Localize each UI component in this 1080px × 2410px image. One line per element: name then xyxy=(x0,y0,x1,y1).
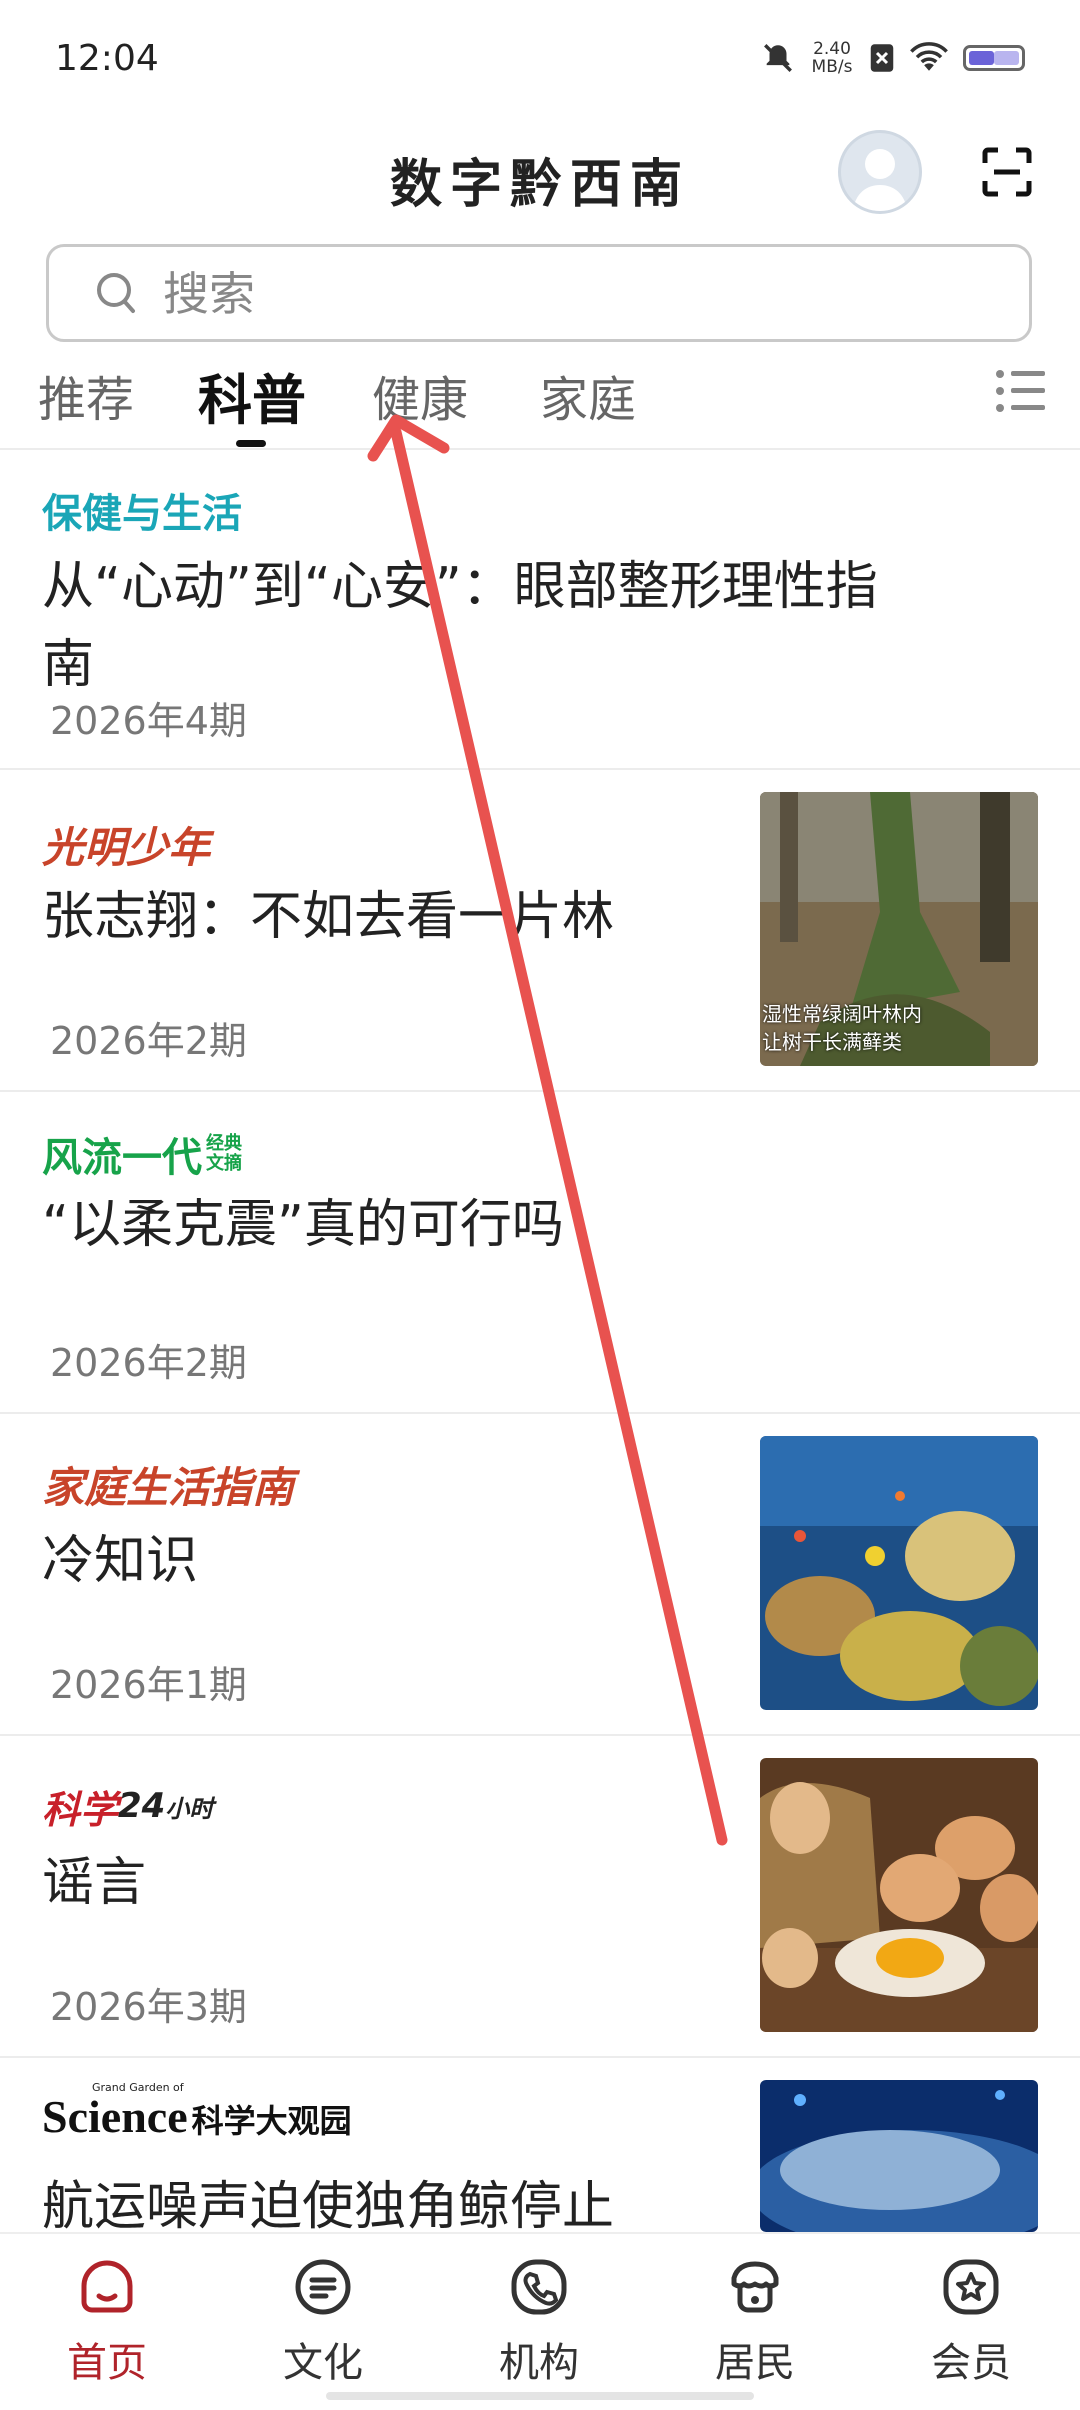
magazine-logo: Grand Garden of Science 科学大观园 xyxy=(42,2082,352,2142)
status-time: 12:04 xyxy=(55,38,159,79)
user-silhouette-icon xyxy=(853,149,907,211)
avatar[interactable] xyxy=(838,130,922,214)
search-input[interactable] xyxy=(161,265,1005,323)
brand-subtext-1: 经典 xyxy=(206,1133,242,1154)
issue-label: 2026年1期 xyxy=(50,1663,247,1707)
coral-reef-image xyxy=(760,1436,1038,1710)
scan-icon[interactable] xyxy=(982,147,1032,197)
article-thumbnail xyxy=(760,1436,1038,1710)
net-speed: 2.40 MB/s xyxy=(809,40,855,76)
book-icon xyxy=(295,2259,351,2315)
wifi-icon xyxy=(910,42,948,71)
article-title: “以柔克震”真的可行吗 xyxy=(42,1195,564,1255)
residents-icon xyxy=(731,2261,779,2313)
article-card[interactable]: 家庭生活指南 冷知识 2026年1期 xyxy=(0,1414,1080,1734)
brand-subtext: 经典 文摘 xyxy=(206,1134,242,1174)
article-thumbnail xyxy=(760,1758,1038,2032)
nav-label: 会员 xyxy=(931,2340,1011,2386)
magazine-logo: 家庭生活指南 xyxy=(42,1454,294,1514)
brand-number: 24 xyxy=(118,1786,166,1826)
nav-culture[interactable]: 文化 xyxy=(253,2256,393,2388)
article-card[interactable]: Grand Garden of Science 科学大观园 航运噪声迫使独角鲸停… xyxy=(0,2058,1080,2232)
nav-label: 机构 xyxy=(499,2340,579,2386)
brand-text: 光明少年 xyxy=(42,822,211,872)
issue-label: 2026年2期 xyxy=(50,1341,247,1385)
title-line-1: 从“心动”到“心安”：眼部整形理性指 xyxy=(42,557,878,617)
nav-label: 文化 xyxy=(283,2340,363,2386)
nav-institution[interactable]: 机构 xyxy=(469,2256,609,2388)
thumbnail-caption: 湿性常绿阔叶林内 让树干长满藓类 xyxy=(762,1000,922,1056)
issue-label: 2026年2期 xyxy=(50,1019,247,1063)
category-tabs: 推荐 科普 健康 家庭 xyxy=(0,360,1080,450)
star-badge-icon xyxy=(943,2259,999,2315)
tab-recommend[interactable]: 推荐 xyxy=(38,360,134,430)
brand-cn-text: 科学大观园 xyxy=(191,2102,352,2140)
app-header: 数字黔西南 xyxy=(0,120,1080,235)
status-icons: 2.40 MB/s xyxy=(761,40,1025,76)
article-title: 张志翔：不如去看一片林 xyxy=(42,887,615,947)
net-speed-unit: MB/s xyxy=(811,57,853,77)
phone-icon xyxy=(511,2259,567,2315)
article-thumbnail xyxy=(760,2080,1038,2232)
issue-label: 2026年4期 xyxy=(50,699,247,743)
brand-subtext-2: 文摘 xyxy=(206,1153,242,1174)
magazine-logo: 风流一代 经典 文摘 xyxy=(42,1124,242,1184)
brand-tail: 小时 xyxy=(165,1794,214,1823)
nav-member[interactable]: 会员 xyxy=(901,2256,1041,2388)
article-thumbnail: 湿性常绿阔叶林内 让树干长满藓类 xyxy=(760,792,1038,1066)
nav-home[interactable]: 首页 xyxy=(37,2256,177,2388)
article-card[interactable]: 科学 24 小时 谣言 2026年3期 xyxy=(0,1736,1080,2056)
nav-label: 居民 xyxy=(715,2340,795,2386)
search-icon xyxy=(97,273,135,313)
article-card[interactable]: 光明少年 张志翔：不如去看一片林 2026年2期 湿性常绿阔叶林内 让树干长满藓… xyxy=(0,770,1080,1090)
magazine-logo: 保健与生活 xyxy=(42,480,242,540)
nav-residents[interactable]: 居民 xyxy=(685,2256,825,2388)
brand-text: 科学 xyxy=(42,1787,119,1832)
caption-line-2: 让树干长满藓类 xyxy=(762,1030,902,1054)
home-icon xyxy=(81,2260,133,2313)
brand-text: 风流一代 xyxy=(42,1135,202,1181)
article-title: 冷知识 xyxy=(42,1531,199,1591)
tab-family[interactable]: 家庭 xyxy=(540,360,636,430)
bottom-nav: 首页 文化 机构 居民 会员 xyxy=(0,2232,1080,2410)
magazine-logo: 科学 24 小时 xyxy=(42,1776,213,1836)
mute-icon xyxy=(764,44,792,72)
eggs-image xyxy=(760,1758,1038,2032)
magazine-logo: 光明少年 xyxy=(42,814,210,874)
sim-off-icon xyxy=(870,44,894,72)
nav-label: 首页 xyxy=(67,2340,147,2386)
tab-health[interactable]: 健康 xyxy=(372,360,468,430)
active-tab-indicator xyxy=(236,440,266,447)
narwhal-image xyxy=(760,2080,1038,2232)
issue-label: 2026年3期 xyxy=(50,1985,247,2029)
search-bar[interactable] xyxy=(46,244,1032,342)
tab-science[interactable]: 科普 xyxy=(198,356,306,435)
brand-text: 保健与生活 xyxy=(42,491,242,537)
brand-text: 家庭生活指南 xyxy=(42,1462,295,1512)
status-bar: 12:04 2.40 MB/s xyxy=(0,0,1080,120)
brand-text: Science xyxy=(42,2091,188,2142)
article-card[interactable]: 保健与生活 从“心动”到“心安”：眼部整形理性指 南 2026年4期 xyxy=(0,450,1080,770)
article-title: 从“心动”到“心安”：眼部整形理性指 南 xyxy=(42,550,878,702)
net-speed-value: 2.40 xyxy=(813,39,851,59)
channel-menu-icon[interactable] xyxy=(995,368,1047,414)
home-indicator xyxy=(326,2392,754,2400)
caption-line-1: 湿性常绿阔叶林内 xyxy=(762,1002,922,1026)
article-title: 谣言 xyxy=(42,1853,147,1913)
battery-icon xyxy=(963,45,1025,71)
article-title: 航运噪声迫使独角鲸停止 xyxy=(42,2177,615,2232)
article-card[interactable]: 风流一代 经典 文摘 “以柔克震”真的可行吗 2026年2期 xyxy=(0,1092,1080,1412)
